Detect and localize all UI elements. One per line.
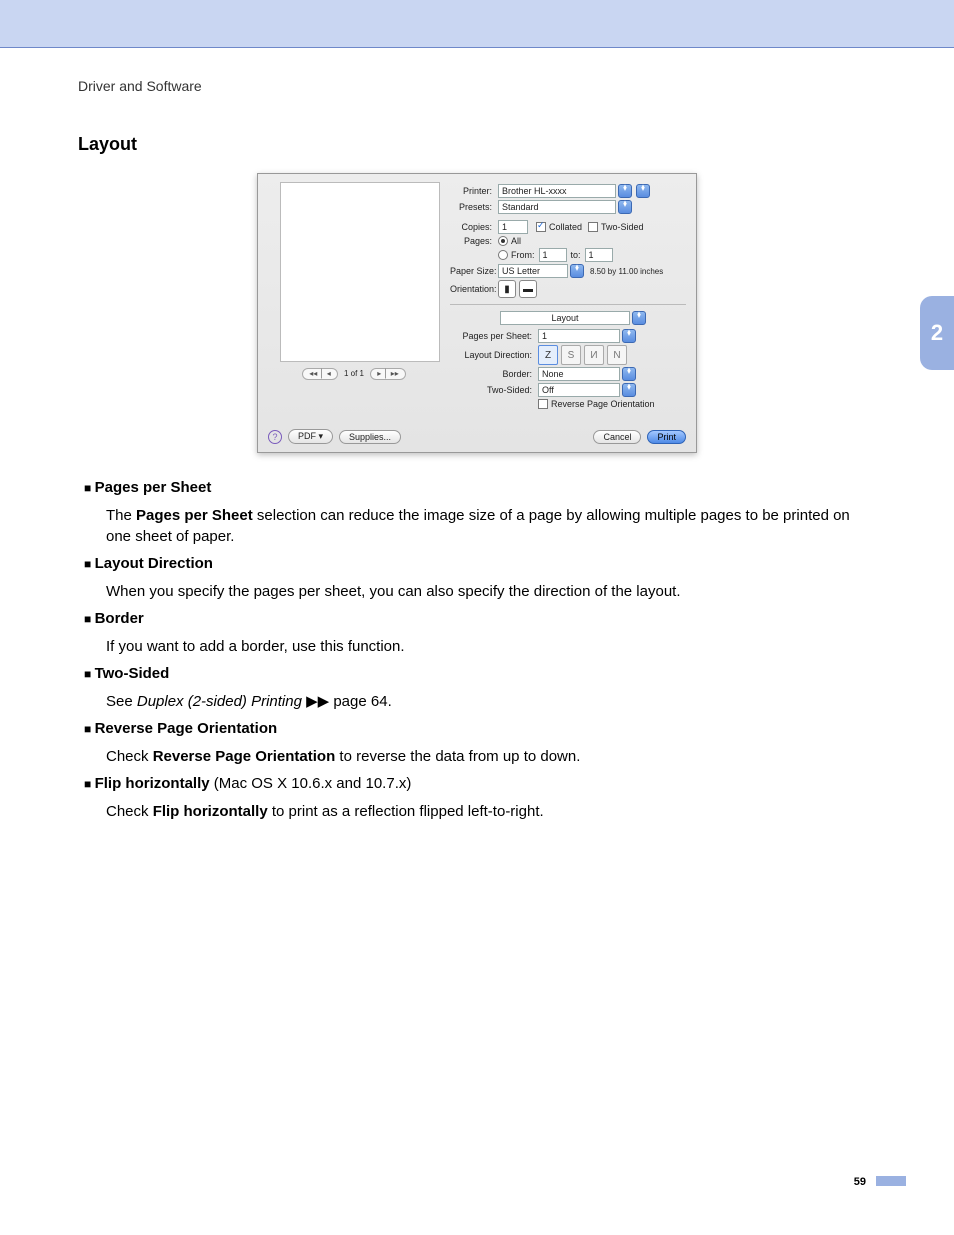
dropdown-arrows-icon[interactable] [570, 264, 584, 278]
pages-per-sheet-select[interactable]: 1 [538, 329, 620, 343]
copies-input[interactable]: 1 [498, 220, 528, 234]
bullet-reverse-body: Check Reverse Page Orientation to revers… [106, 746, 876, 767]
layout-direction-1-button[interactable]: Z [538, 345, 558, 365]
bullet-reverse-title: Reverse Page Orientation [84, 720, 277, 737]
bullet-border-title: Border [84, 610, 144, 627]
help-button[interactable]: ? [268, 430, 282, 444]
pages-all-label: All [511, 236, 521, 246]
collated-label: Collated [549, 222, 582, 232]
orientation-landscape-button[interactable]: ▬ [519, 280, 537, 298]
bullet-flip-title: Flip horizontally [84, 775, 210, 792]
section-select[interactable]: Layout [500, 311, 630, 325]
bullet-pages-per-sheet-body: The Pages per Sheet selection can reduce… [106, 505, 876, 547]
top-banner [0, 0, 954, 48]
printer-select[interactable]: Brother HL-xxxx [498, 184, 616, 198]
bullet-two-sided-title: Two-Sided [84, 665, 169, 682]
preview-next-button[interactable]: ▸ │ ▸▸ [370, 368, 406, 380]
page-title: Layout [78, 134, 876, 155]
bullet-flip-note: (Mac OS X 10.6.x and 10.7.x) [210, 775, 412, 792]
breadcrumb: Driver and Software [78, 78, 876, 94]
layout-direction-2-button[interactable]: S [561, 345, 581, 365]
preview-prev-button[interactable]: ◂◂ │ ◂ [302, 368, 338, 380]
pages-from-radio[interactable] [498, 250, 508, 260]
two-sided-checkbox[interactable] [588, 222, 598, 232]
collated-checkbox[interactable] [536, 222, 546, 232]
reverse-orientation-label: Reverse Page Orientation [551, 399, 655, 409]
bullet-list: Pages per Sheet The Pages per Sheet sele… [78, 479, 876, 822]
two-sided-label: Two-Sided [601, 222, 644, 232]
dropdown-arrows-icon[interactable] [632, 311, 646, 325]
two-sided-select-label: Two-Sided: [450, 385, 538, 395]
pages-to-label: to: [567, 250, 585, 260]
pages-label: Pages: [450, 236, 498, 246]
dropdown-arrows-icon[interactable] [618, 200, 632, 214]
bullet-border-body: If you want to add a border, use this fu… [106, 636, 876, 657]
bullet-flip-body: Check Flip horizontally to print as a re… [106, 801, 876, 822]
paper-size-label: Paper Size: [450, 266, 498, 276]
bullet-layout-direction-title: Layout Direction [84, 555, 213, 572]
pages-per-sheet-label: Pages per Sheet: [450, 331, 538, 341]
layout-direction-label: Layout Direction: [450, 350, 538, 360]
orientation-portrait-button[interactable]: ▮ [498, 280, 516, 298]
border-label: Border: [450, 369, 538, 379]
bullet-layout-direction-body: When you specify the pages per sheet, yo… [106, 581, 876, 602]
dropdown-arrows-icon[interactable] [622, 329, 636, 343]
printer-info-button[interactable] [636, 184, 650, 198]
two-sided-select[interactable]: Off [538, 383, 620, 397]
supplies-button[interactable]: Supplies... [339, 430, 401, 444]
cancel-button[interactable]: Cancel [593, 430, 641, 444]
dropdown-arrows-icon[interactable] [622, 367, 636, 381]
paper-size-select[interactable]: US Letter [498, 264, 568, 278]
pages-all-radio[interactable] [498, 236, 508, 246]
reverse-orientation-checkbox[interactable] [538, 399, 548, 409]
bullet-two-sided-body: See Duplex (2-sided) Printing ▶▶ page 64… [106, 691, 876, 712]
presets-label: Presets: [450, 202, 498, 212]
bullet-pages-per-sheet-title: Pages per Sheet [84, 479, 211, 496]
print-preview [280, 182, 440, 362]
orientation-label: Orientation: [450, 284, 498, 294]
print-dialog: ◂◂ │ ◂ 1 of 1 ▸ │ ▸▸ Printer: Brother HL… [257, 173, 697, 453]
layout-direction-3-button[interactable]: И [584, 345, 604, 365]
pages-to-input[interactable]: 1 [585, 248, 613, 262]
print-button[interactable]: Print [647, 430, 686, 444]
dropdown-arrows-icon[interactable] [618, 184, 632, 198]
paper-size-dims: 8.50 by 11.00 inches [584, 267, 663, 276]
dropdown-arrows-icon[interactable] [622, 383, 636, 397]
layout-direction-4-button[interactable]: N [607, 345, 627, 365]
page-number: 59 [854, 1172, 906, 1190]
preview-page-indicator: 1 of 1 [344, 369, 364, 378]
pages-from-input[interactable]: 1 [539, 248, 567, 262]
chapter-tab: 2 [920, 296, 954, 370]
presets-select[interactable]: Standard [498, 200, 616, 214]
printer-label: Printer: [450, 186, 498, 196]
pages-from-label: From: [511, 250, 535, 260]
pdf-button[interactable]: PDF ▾ [288, 429, 333, 444]
border-select[interactable]: None [538, 367, 620, 381]
copies-label: Copies: [450, 222, 498, 232]
